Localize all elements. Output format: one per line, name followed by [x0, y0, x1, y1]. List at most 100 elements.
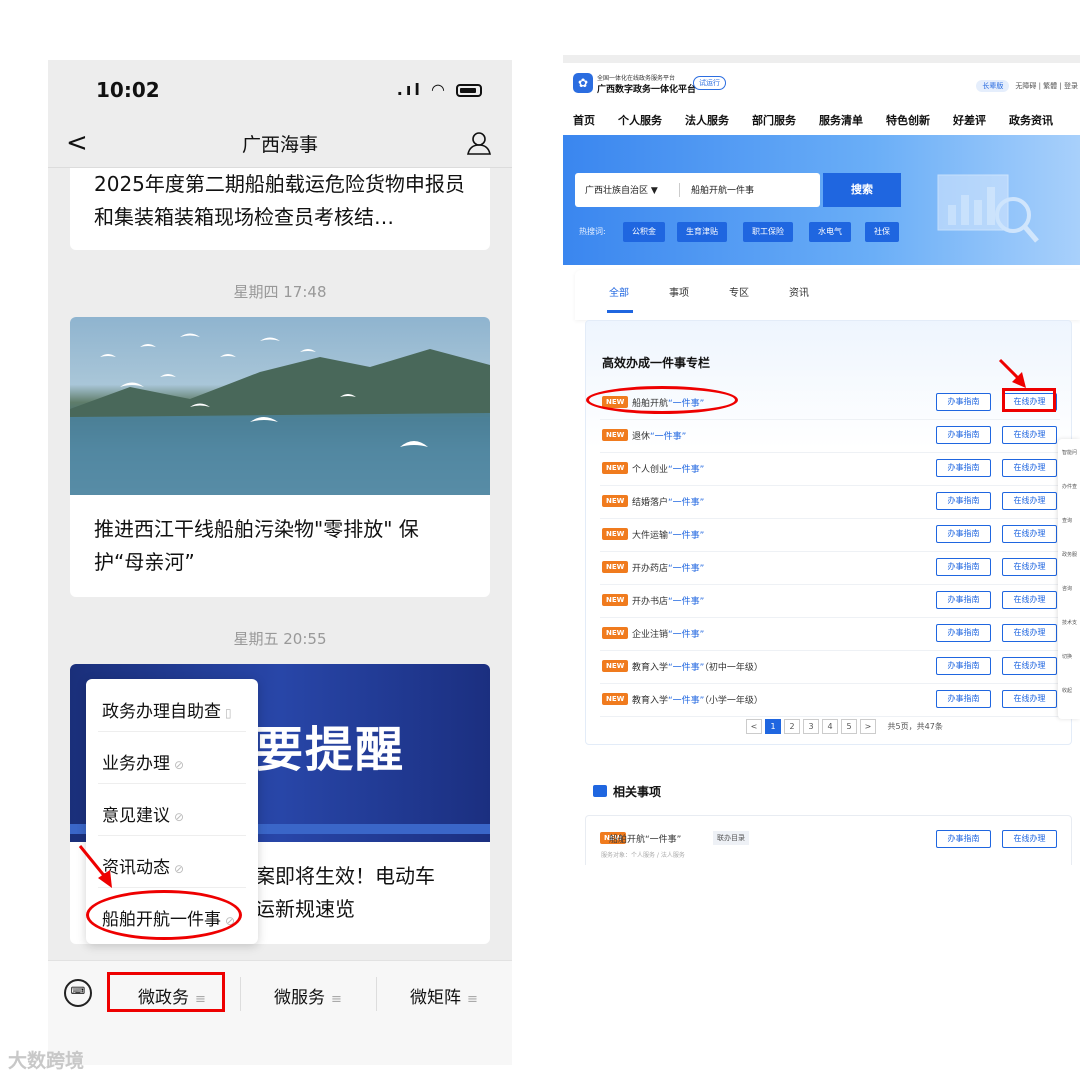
online-button[interactable]: 在线办理 — [1002, 591, 1057, 609]
page-4[interactable]: 4 — [822, 719, 838, 734]
hot-search-chip[interactable]: 水电气 — [809, 222, 851, 242]
guide-button[interactable]: 办事指南 — [936, 558, 991, 576]
side-item[interactable]: 切换 — [1062, 653, 1072, 660]
online-button[interactable]: 在线办理 — [1002, 492, 1057, 510]
hot-search-chip[interactable]: 社保 — [865, 222, 899, 242]
service-name[interactable]: 退休“一件事” — [632, 429, 686, 442]
service-row: NEW 大件运输“一件事” 办事指南 在线办理 — [600, 519, 1060, 552]
keyboard-icon[interactable]: ⌨ — [64, 979, 92, 1007]
guide-button[interactable]: 办事指南 — [936, 591, 991, 609]
elder-mode-link[interactable]: 长辈版 — [976, 80, 1010, 92]
service-name[interactable]: 教育入学“一件事”（初中一年级） — [632, 660, 763, 673]
online-button[interactable]: 在线办理 — [1002, 830, 1057, 848]
guide-button[interactable]: 办事指南 — [936, 459, 991, 477]
divider — [679, 183, 680, 197]
menu-tab-service[interactable]: 微服务 ≡ — [274, 983, 342, 1008]
tab-underline — [607, 310, 633, 313]
page-3[interactable]: 3 — [803, 719, 819, 734]
tab-all[interactable]: 全部 — [609, 284, 629, 299]
nav-news[interactable]: 政务资讯 — [1009, 114, 1053, 127]
page-2[interactable]: 2 — [784, 719, 800, 734]
nav-legal[interactable]: 法人服务 — [685, 114, 729, 127]
new-badge: NEW — [602, 462, 629, 474]
popup-item-self-service-query[interactable]: 政务办理自助查 ▯ — [102, 697, 232, 722]
online-button[interactable]: 在线办理 — [1002, 690, 1057, 708]
message-timestamp: 星期五 20:55 — [233, 630, 327, 648]
user-profile-icon[interactable] — [466, 130, 492, 156]
search-query[interactable]: 船舶开航一件事 — [691, 183, 754, 196]
side-item[interactable]: 智能问 — [1062, 449, 1077, 456]
service-name[interactable]: 大件运输“一件事” — [632, 528, 704, 541]
page-prev[interactable]: < — [746, 719, 762, 734]
hot-search-chip[interactable]: 生育津贴 — [677, 222, 727, 242]
divider — [98, 731, 246, 732]
site-name[interactable]: 广西数字政务一体化平台 — [597, 82, 696, 95]
side-item[interactable]: 咨询 — [1062, 585, 1072, 592]
guide-button[interactable]: 办事指南 — [936, 830, 991, 848]
nav-personal[interactable]: 个人服务 — [618, 114, 662, 127]
accessibility-links[interactable]: 无障碍 | 繁體 | 登录 — [1015, 82, 1078, 90]
service-row: NEW 企业注销“一件事” 办事指南 在线办理 — [600, 618, 1060, 651]
nav-service-list[interactable]: 服务清单 — [819, 114, 863, 127]
related-item-name[interactable]: 船舶开航“一件事” — [609, 832, 681, 845]
side-item[interactable]: 收起 — [1062, 687, 1072, 694]
service-row: NEW 教育入学“一件事”（小学一年级） 办事指南 在线办理 — [600, 684, 1060, 717]
wifi-icon: ◠ — [430, 80, 448, 99]
popup-item-business[interactable]: 业务办理 ⊘ — [102, 749, 184, 774]
page-5[interactable]: 5 — [841, 719, 857, 734]
article-card[interactable]: 2025年度第二期船舶载运危险货物申报员和集装箱装箱现场检查员考核结… — [70, 168, 490, 250]
guide-button[interactable]: 办事指南 — [936, 492, 991, 510]
status-bar: 10:02 .ıl ◠ — [48, 60, 512, 120]
side-item[interactable]: 政务服 — [1062, 551, 1077, 558]
main-nav: 首页 个人服务 法人服务 部门服务 服务清单 特色创新 好差评 政务资讯 — [573, 112, 1076, 128]
new-badge: NEW — [602, 693, 629, 705]
highlight-box — [1002, 388, 1056, 412]
service-name[interactable]: 结婚落户“一件事” — [632, 495, 704, 508]
service-name[interactable]: 开办药店“一件事” — [632, 561, 704, 574]
online-button[interactable]: 在线办理 — [1002, 558, 1057, 576]
annotation-arrow — [78, 845, 112, 888]
nav-innovation[interactable]: 特色创新 — [886, 114, 930, 127]
nav-home[interactable]: 首页 — [573, 114, 595, 127]
search-button[interactable]: 搜索 — [823, 173, 901, 207]
side-item[interactable]: 查询 — [1062, 517, 1072, 524]
service-name[interactable]: 教育入学“一件事”（小学一年级） — [632, 693, 763, 706]
tab-zones[interactable]: 专区 — [729, 284, 749, 299]
guide-button[interactable]: 办事指南 — [936, 624, 991, 642]
online-button[interactable]: 在线办理 — [1002, 657, 1057, 675]
nav-rating[interactable]: 好差评 — [953, 114, 986, 127]
guide-button[interactable]: 办事指南 — [936, 690, 991, 708]
hot-search-chip[interactable]: 职工保险 — [743, 222, 793, 242]
article-cover-image — [70, 317, 490, 495]
page-next[interactable]: > — [860, 719, 876, 734]
online-button[interactable]: 在线办理 — [1002, 459, 1057, 477]
page-1[interactable]: 1 — [765, 719, 781, 734]
service-row: NEW 开办书店“一件事” 办事指南 在线办理 — [600, 585, 1060, 618]
service-name[interactable]: 个人创业“一件事” — [632, 462, 704, 475]
guide-button[interactable]: 办事指南 — [936, 657, 991, 675]
side-item[interactable]: 技术支 — [1062, 619, 1077, 626]
online-button[interactable]: 在线办理 — [1002, 525, 1057, 543]
popup-item-feedback[interactable]: 意见建议 ⊘ — [102, 801, 184, 826]
cover-banner-text: 要提醒 — [255, 722, 406, 778]
search-input[interactable]: 广西壮族自治区 ▼ 船舶开航一件事 — [575, 173, 820, 207]
online-button[interactable]: 在线办理 — [1002, 426, 1057, 444]
guide-button[interactable]: 办事指南 — [936, 393, 991, 411]
side-item[interactable]: 办件查 — [1062, 483, 1077, 490]
menu-tab-matrix[interactable]: 微矩阵 ≡ — [410, 983, 478, 1008]
guide-button[interactable]: 办事指南 — [936, 525, 991, 543]
guide-button[interactable]: 办事指南 — [936, 426, 991, 444]
site-subtitle: 全国一体化在线政务服务平台 — [597, 75, 676, 82]
status-icons: .ıl ◠ — [397, 80, 482, 99]
nav-department[interactable]: 部门服务 — [752, 114, 796, 127]
service-name[interactable]: 开办书店“一件事” — [632, 594, 704, 607]
tab-items[interactable]: 事项 — [669, 284, 689, 299]
tab-news[interactable]: 资讯 — [789, 284, 809, 299]
article-card[interactable]: 推进西江干线船舶污染物"零排放" 保护“母亲河” — [70, 317, 490, 597]
online-button[interactable]: 在线办理 — [1002, 624, 1057, 642]
region-select[interactable]: 广西壮族自治区 ▼ — [585, 183, 658, 196]
site-logo-icon[interactable]: ✿ — [573, 73, 593, 93]
service-name[interactable]: 企业注销“一件事” — [632, 627, 704, 640]
pagination: <1 2 3 4 5 > 共5页，共47条 — [746, 719, 943, 734]
hot-search-chip[interactable]: 公积金 — [623, 222, 665, 242]
